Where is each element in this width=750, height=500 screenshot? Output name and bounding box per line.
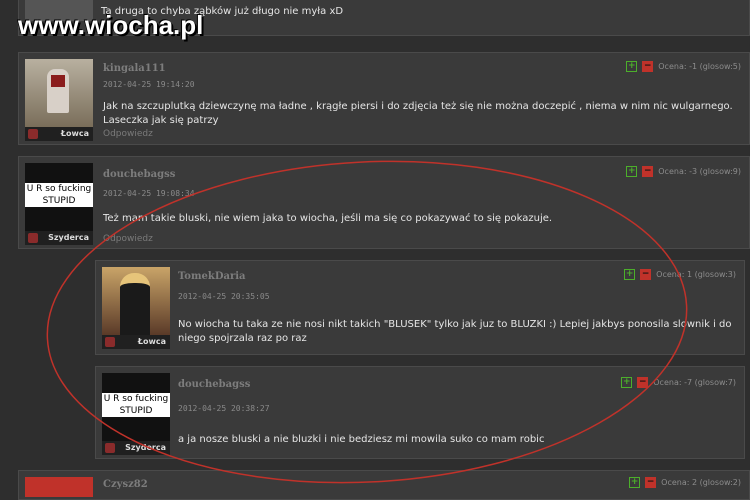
username[interactable]: kingala111 xyxy=(103,63,166,74)
rating: + − Ocena: 1 (glosow:3) xyxy=(624,269,736,280)
comment-1: Łowca kingala111 2012-04-25 19:14:20 Jak… xyxy=(18,52,750,145)
timestamp: 2012-04-25 19:14:20 xyxy=(103,80,195,89)
avatar-text: U R so fucking STUPID xyxy=(25,183,93,207)
rating: + − Ocena: -1 (glosow:5) xyxy=(626,61,741,72)
rank-icon xyxy=(105,443,115,453)
comment-text: No wiocha tu taka ze nie nosi nikt takic… xyxy=(178,319,732,344)
downvote-icon[interactable]: − xyxy=(642,61,654,72)
avatar-text: U R so fucking STUPID xyxy=(102,393,170,417)
username[interactable]: douchebagss xyxy=(103,169,175,180)
rank-badge: Łowca xyxy=(102,335,170,349)
rank-icon xyxy=(28,129,38,139)
username[interactable]: TomekDaria xyxy=(178,271,246,282)
rating-text: Ocena: 1 (glosow:3) xyxy=(656,270,736,279)
downvote-icon[interactable]: − xyxy=(637,377,649,388)
downvote-icon[interactable]: − xyxy=(642,166,654,177)
avatar[interactable] xyxy=(25,59,93,127)
comment-text: Też mam takie bluski, nie wiem jaka to w… xyxy=(103,213,553,224)
avatar-figure xyxy=(120,273,150,335)
upvote-icon[interactable]: + xyxy=(626,61,638,72)
avatar[interactable]: U R so fucking STUPID xyxy=(102,373,170,441)
timestamp: 2012-04-25 20:38:27 xyxy=(178,404,270,413)
upvote-icon[interactable]: + xyxy=(629,477,641,488)
rating-text: Ocena: -3 (glosow:9) xyxy=(658,167,741,176)
comment-text: Jak na szczuplutką dziewczynę ma ładne ,… xyxy=(103,101,733,126)
avatar-figure-top xyxy=(51,75,65,87)
rank-label: Szyderca xyxy=(125,443,166,452)
site-watermark: www.wiocha.pl xyxy=(18,10,204,40)
upvote-icon[interactable]: + xyxy=(626,166,638,177)
username[interactable]: douchebagss xyxy=(178,379,250,390)
username[interactable]: Czysz82 xyxy=(103,479,148,490)
rating-text: Ocena: -1 (glosow:5) xyxy=(658,62,741,71)
upvote-icon[interactable]: + xyxy=(624,269,636,280)
upvote-icon[interactable]: + xyxy=(621,377,633,388)
rank-icon xyxy=(105,337,115,347)
timestamp: 2012-04-25 20:35:05 xyxy=(178,292,270,301)
reply-1: Łowca TomekDaria 2012-04-25 20:35:05 No … xyxy=(95,260,745,355)
rank-label: Łowca xyxy=(60,129,89,138)
downvote-icon[interactable]: − xyxy=(645,477,657,488)
rank-label: Łowca xyxy=(137,337,166,346)
rating: + − Ocena: 2 (glosow:2) xyxy=(629,477,741,488)
timestamp: 2012-04-25 19:08:34 xyxy=(103,189,195,198)
comment-5: Czysz82 + − Ocena: 2 (glosow:2) xyxy=(18,470,750,500)
comment-2: U R so fucking STUPID Szyderca douchebag… xyxy=(18,156,750,249)
comment-text: a ja nosze bluski a nie bluzki i nie bed… xyxy=(178,434,545,445)
rating-text: Ocena: -7 (glosow:7) xyxy=(653,378,736,387)
avatar[interactable] xyxy=(102,267,170,335)
avatar[interactable] xyxy=(25,477,93,497)
rating: + − Ocena: -7 (glosow:7) xyxy=(621,377,736,388)
rank-badge: Łowca xyxy=(25,127,93,141)
rank-label: Szyderca xyxy=(48,233,89,242)
rank-icon xyxy=(28,233,38,243)
reply-link[interactable]: Odpowiedz xyxy=(103,129,153,139)
reply-link[interactable]: Odpowiedz xyxy=(103,234,153,244)
rating: + − Ocena: -3 (glosow:9) xyxy=(626,166,741,177)
reply-2: U R so fucking STUPID Szyderca douchebag… xyxy=(95,366,745,459)
rating-text: Ocena: 2 (glosow:2) xyxy=(661,478,741,487)
rank-badge: Szyderca xyxy=(25,231,93,245)
avatar[interactable]: U R so fucking STUPID xyxy=(25,163,93,231)
downvote-icon[interactable]: − xyxy=(640,269,652,280)
rank-badge: Szyderca xyxy=(102,441,170,455)
